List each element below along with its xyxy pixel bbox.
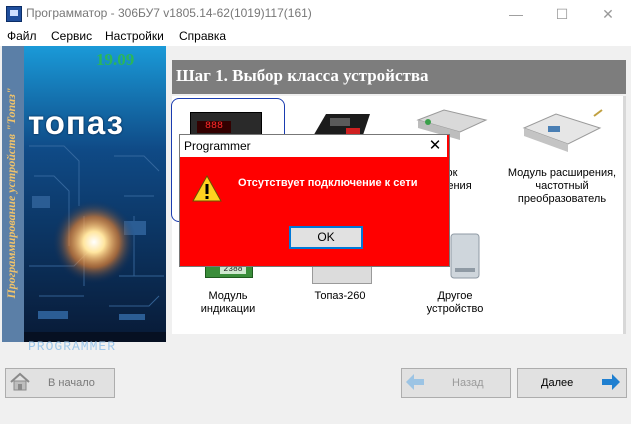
menu-service[interactable]: Сервис	[51, 29, 92, 43]
arrow-left-icon	[404, 372, 426, 392]
window-title: Программатор - 306БУ7 v1805.14-62(1019)1…	[26, 6, 312, 20]
sidebar-vertical-title: Программирование устройств "Топаз"	[4, 87, 18, 299]
menu-settings[interactable]: Настройки	[105, 29, 164, 43]
extension-module-icon[interactable]	[520, 106, 606, 156]
programmer-caption: PROGRAMMER	[28, 339, 117, 354]
app-icon	[6, 6, 22, 22]
warning-icon	[191, 174, 223, 204]
other-device-icon[interactable]	[447, 232, 483, 282]
house-icon	[9, 372, 31, 392]
arrow-right-icon	[600, 372, 622, 392]
maximize-button[interactable]: ☐	[539, 0, 585, 28]
dialog-close-button[interactable]: ✕	[423, 135, 447, 157]
minimize-button[interactable]: —	[493, 0, 539, 28]
circuit-board-image	[24, 46, 166, 342]
device-label-extension: Модуль расширения, частотный преобразова…	[507, 167, 617, 205]
logo-text: топаз	[28, 104, 124, 141]
next-button-label: Далее	[541, 377, 574, 389]
banner-image	[24, 46, 166, 342]
menu-bar	[0, 28, 631, 46]
dialog-message: Отсутствует подключение к сети	[238, 177, 418, 189]
device-label-topaz-260: Топаз-260	[314, 290, 366, 302]
panel-scrollbar[interactable]	[623, 96, 626, 334]
home-button-label: В начало	[48, 377, 95, 389]
dialog-title: Programmer	[184, 139, 251, 153]
menu-file[interactable]: Файл	[7, 29, 37, 43]
version-label: 19.09	[96, 50, 135, 69]
topaz-260-icon[interactable]	[312, 264, 372, 284]
close-button[interactable]: ✕	[585, 0, 631, 28]
ok-button[interactable]: OK	[289, 226, 363, 249]
step-title: Шаг 1. Выбор класса устройства	[176, 66, 429, 85]
device-label-other: Другое устройство	[426, 290, 484, 315]
status-bar	[0, 410, 631, 424]
device-label-indication: Модуль индикации	[200, 290, 256, 315]
menu-help[interactable]: Справка	[179, 29, 226, 43]
back-button-label: Назад	[452, 377, 484, 389]
